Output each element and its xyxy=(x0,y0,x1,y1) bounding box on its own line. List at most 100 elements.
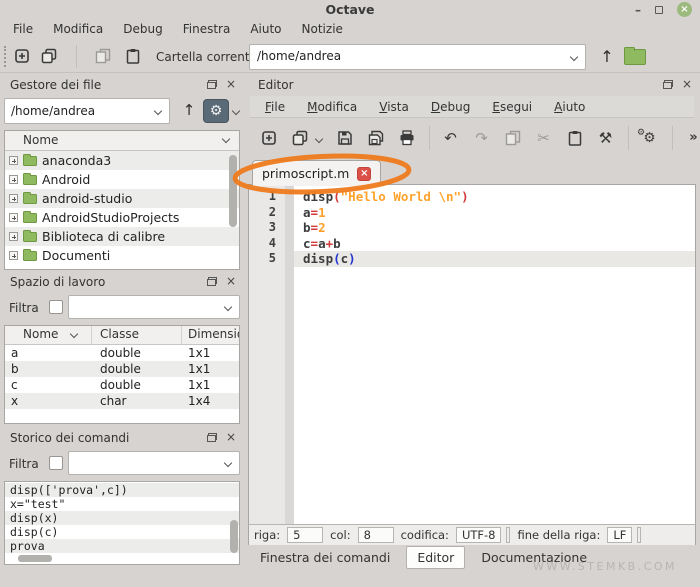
expand-icon[interactable] xyxy=(9,175,18,184)
tab-close-button[interactable]: × xyxy=(357,167,371,181)
chevron-down-icon[interactable] xyxy=(232,107,240,115)
chevron-down-icon[interactable] xyxy=(570,53,578,61)
toolbar-overflow-button[interactable]: » xyxy=(685,130,700,147)
copy-icon[interactable] xyxy=(94,48,111,65)
bottom-tab-finestra-dei-comandi[interactable]: Finestra dei comandi xyxy=(250,547,400,568)
editor-menu-file[interactable]: File xyxy=(254,96,296,118)
code-editor[interactable]: 1disp("Hello World \n")2a=13b=24c=a+b5di… xyxy=(248,184,696,524)
find-replace-icon[interactable]: ⚒ xyxy=(597,130,614,147)
close-icon[interactable]: × xyxy=(226,79,236,89)
column-nome-header[interactable]: Nome xyxy=(23,327,58,341)
column-classe-header[interactable]: Classe xyxy=(100,327,139,341)
code-text[interactable]: b=2 xyxy=(294,220,695,236)
copy-icon[interactable] xyxy=(504,130,521,147)
paste-icon[interactable] xyxy=(124,48,141,65)
close-icon[interactable]: × xyxy=(682,79,692,89)
filter-checkbox[interactable] xyxy=(49,456,63,470)
editor-menu-debug[interactable]: Debug xyxy=(420,96,481,118)
workspace-row[interactable]: cdouble1x1 xyxy=(5,377,239,393)
directory-up-button[interactable]: ↑ xyxy=(178,101,200,119)
menu-item-notizie[interactable]: Notizie xyxy=(292,19,353,40)
save-icon[interactable] xyxy=(336,130,353,147)
fold-margin[interactable] xyxy=(285,189,294,205)
workspace-filter-combobox[interactable] xyxy=(68,295,240,319)
undock-icon[interactable] xyxy=(207,80,217,89)
browse-folder-button[interactable] xyxy=(624,49,646,68)
cut-icon[interactable]: ✂ xyxy=(535,130,552,147)
menu-item-aiuto[interactable]: Aiuto xyxy=(240,19,291,40)
fold-margin[interactable] xyxy=(285,205,294,221)
close-icon[interactable]: × xyxy=(226,432,236,442)
run-script-icon[interactable]: ⚙⚙ xyxy=(641,130,658,147)
code-text[interactable]: a=1 xyxy=(294,205,695,221)
save-all-icon[interactable] xyxy=(367,130,384,147)
column-dimensione-header[interactable]: Dimensione xyxy=(188,327,240,341)
workspace-row[interactable]: bdouble1x1 xyxy=(5,361,239,377)
toolbar-drag-handle[interactable] xyxy=(4,46,6,67)
editor-menu-modifica[interactable]: Modifica xyxy=(296,96,368,118)
file-item[interactable]: Documenti xyxy=(5,246,239,265)
file-item[interactable]: anaconda3 xyxy=(5,151,239,170)
file-list-header[interactable]: Nome xyxy=(5,131,239,151)
close-button[interactable]: × xyxy=(677,2,692,17)
code-text[interactable]: disp("Hello World \n") xyxy=(294,189,695,205)
file-list-scrollbar[interactable] xyxy=(229,155,237,227)
paste-icon[interactable] xyxy=(566,130,583,147)
history-item[interactable]: x="test" xyxy=(5,497,239,511)
editor-tab[interactable]: primoscript.m × xyxy=(252,160,381,186)
undo-icon[interactable]: ↶ xyxy=(442,130,459,147)
history-vscrollbar[interactable] xyxy=(230,520,238,553)
history-hscrollbar[interactable] xyxy=(18,555,52,562)
chevron-down-icon[interactable] xyxy=(315,135,323,143)
history-item[interactable]: disp(x) xyxy=(5,511,239,525)
fold-margin[interactable] xyxy=(285,236,294,252)
actions-menu-button[interactable]: ⚙ xyxy=(203,99,229,123)
menu-item-finestra[interactable]: Finestra xyxy=(173,19,241,40)
redo-icon[interactable]: ↷ xyxy=(473,130,490,147)
chevron-down-icon[interactable] xyxy=(224,459,232,467)
workspace-row[interactable]: adouble1x1 xyxy=(5,345,239,361)
expand-icon[interactable] xyxy=(9,194,18,203)
current-folder-combobox[interactable]: /home/andrea xyxy=(249,44,586,70)
menu-item-modifica[interactable]: Modifica xyxy=(43,19,113,40)
line-number[interactable]: 5 xyxy=(249,251,285,267)
undock-icon[interactable] xyxy=(207,433,217,442)
sort-chevron-icon[interactable] xyxy=(70,330,78,338)
expand-icon[interactable] xyxy=(9,251,18,260)
undock-icon[interactable] xyxy=(663,80,673,89)
workspace-row[interactable]: xchar1x4 xyxy=(5,393,239,409)
menu-item-debug[interactable]: Debug xyxy=(113,19,172,40)
folder-up-button[interactable]: ↑ xyxy=(596,46,618,68)
menu-item-file[interactable]: File xyxy=(3,19,43,40)
chevron-down-icon[interactable] xyxy=(222,135,230,143)
editor-menu-vista[interactable]: Vista xyxy=(368,96,420,118)
file-browser-path-combobox[interactable]: /home/andrea xyxy=(4,98,170,124)
expand-icon[interactable] xyxy=(9,232,18,241)
undock-icon[interactable] xyxy=(207,277,217,286)
history-item[interactable]: disp(c) xyxy=(5,525,239,539)
line-number[interactable]: 1 xyxy=(249,189,285,205)
file-item[interactable]: AndroidStudioProjects xyxy=(5,208,239,227)
fold-margin[interactable] xyxy=(285,220,294,236)
chevron-down-icon[interactable] xyxy=(224,303,232,311)
line-number[interactable]: 4 xyxy=(249,236,285,252)
file-item[interactable]: Biblioteca di calibre xyxy=(5,227,239,246)
workspace-table-header[interactable]: Nome Classe Dimensione xyxy=(5,326,239,345)
line-number[interactable]: 2 xyxy=(249,205,285,221)
restore-button[interactable] xyxy=(655,6,663,14)
file-item[interactable]: android-studio xyxy=(5,189,239,208)
editor-menu-aiuto[interactable]: Aiuto xyxy=(543,96,596,118)
print-icon[interactable] xyxy=(398,130,415,147)
open-file-icon[interactable] xyxy=(291,130,308,147)
bottom-tab-editor[interactable]: Editor xyxy=(406,546,465,569)
expand-icon[interactable] xyxy=(9,156,18,165)
line-number[interactable]: 3 xyxy=(249,220,285,236)
new-script-icon[interactable] xyxy=(260,130,277,147)
minimize-button[interactable]: – xyxy=(635,3,641,17)
fold-margin[interactable] xyxy=(285,251,294,267)
editor-menu-esegui[interactable]: Esegui xyxy=(481,96,543,118)
code-text[interactable]: disp(c) xyxy=(294,251,695,267)
history-item[interactable]: disp(['prova',c]) xyxy=(5,483,239,497)
open-file-icon[interactable] xyxy=(40,48,57,65)
filter-checkbox[interactable] xyxy=(49,300,63,314)
